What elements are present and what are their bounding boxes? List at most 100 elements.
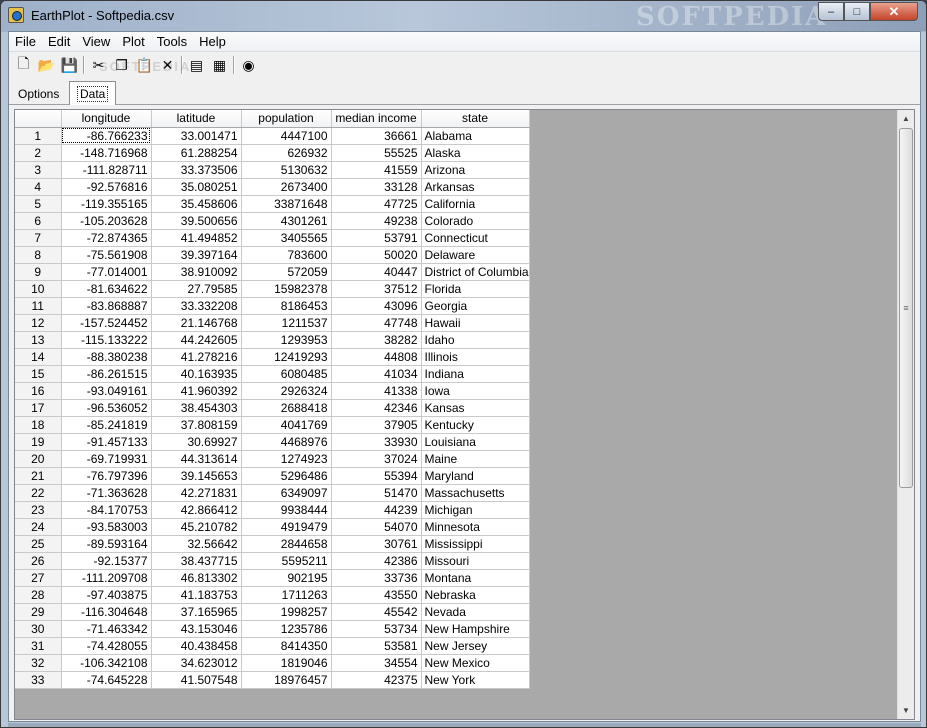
grid-cell[interactable]: Arizona (421, 161, 530, 179)
grid-cell[interactable]: -71.363628 (61, 484, 152, 502)
menu-help[interactable]: Help (193, 32, 232, 52)
tab-options[interactable]: Options (11, 83, 66, 105)
grid-cell[interactable]: Montana (421, 569, 530, 587)
grid-cell[interactable]: 41559 (331, 161, 422, 179)
grid-cell[interactable]: 8186453 (241, 297, 332, 315)
menu-plot[interactable]: Plot (116, 32, 150, 52)
grid-cell[interactable]: 37512 (331, 280, 422, 298)
grid-cell[interactable]: -75.561908 (61, 246, 152, 264)
title-bar[interactable]: EarthPlot - Softpedia.csv SOFTPEDIA – □ … (1, 1, 926, 32)
vertical-scrollbar[interactable]: ▲ ≡ ▼ (897, 110, 914, 719)
row-header[interactable]: 17 (15, 399, 62, 417)
row-header[interactable]: 27 (15, 569, 62, 587)
grid-cell[interactable]: -115.133222 (61, 331, 152, 349)
grid-cell[interactable]: 1293953 (241, 331, 332, 349)
grid-cell[interactable]: -93.583003 (61, 518, 152, 536)
grid-cell[interactable]: 53581 (331, 637, 422, 655)
grid-cell[interactable]: 4468976 (241, 433, 332, 451)
grid-cell[interactable]: Michigan (421, 501, 530, 519)
grid-cell[interactable]: Missouri (421, 552, 530, 570)
grid-cell[interactable]: 33930 (331, 433, 422, 451)
grid-cell[interactable]: Hawaii (421, 314, 530, 332)
grid-cell[interactable]: -116.304648 (61, 603, 152, 621)
grid-cell[interactable]: 37.808159 (151, 416, 242, 434)
grid-cell[interactable]: Delaware (421, 246, 530, 264)
grid-cell[interactable]: -88.380238 (61, 348, 152, 366)
grid-cell[interactable]: Florida (421, 280, 530, 298)
save-icon[interactable]: 💾 (58, 54, 81, 76)
grid-cell[interactable]: 42375 (331, 671, 422, 689)
grid-cell[interactable]: 33736 (331, 569, 422, 587)
grid-cell[interactable]: 51470 (331, 484, 422, 502)
row-header[interactable]: 15 (15, 365, 62, 383)
grid-cell[interactable]: 5595211 (241, 552, 332, 570)
grid-cell[interactable]: 4447100 (241, 127, 332, 145)
row-header[interactable]: 32 (15, 654, 62, 672)
new-file-icon[interactable]: 🗋 (12, 54, 35, 76)
grid-cell[interactable]: New Hampshire (421, 620, 530, 638)
grid-cell[interactable]: 41.183753 (151, 586, 242, 604)
row-header[interactable]: 10 (15, 280, 62, 298)
row-header[interactable]: 11 (15, 297, 62, 315)
menu-edit[interactable]: Edit (42, 32, 76, 52)
grid-cell[interactable]: 47725 (331, 195, 422, 213)
scroll-down-arrow-icon[interactable]: ▼ (898, 702, 914, 719)
grid-cell[interactable]: 34.623012 (151, 654, 242, 672)
grid-cell[interactable]: 61.288254 (151, 144, 242, 162)
grid-cell[interactable]: 572059 (241, 263, 332, 281)
menu-view[interactable]: View (76, 32, 116, 52)
grid-cell[interactable]: California (421, 195, 530, 213)
open-folder-icon[interactable]: 📂 (35, 54, 58, 76)
grid-cell[interactable]: 41.507548 (151, 671, 242, 689)
row-header[interactable]: 6 (15, 212, 62, 230)
scrollbar-thumb[interactable]: ≡ (899, 128, 913, 488)
column-header[interactable]: latitude (151, 110, 242, 128)
menu-file[interactable]: File (9, 32, 42, 52)
grid-cell[interactable]: 18976457 (241, 671, 332, 689)
grid-cell[interactable]: -74.428055 (61, 637, 152, 655)
grid-cell[interactable]: New York (421, 671, 530, 689)
grid-cell[interactable]: 27.79585 (151, 280, 242, 298)
grid-cell[interactable]: -69.719931 (61, 450, 152, 468)
row-header[interactable]: 14 (15, 348, 62, 366)
tab-data[interactable]: Data (69, 81, 117, 105)
row-header[interactable]: 20 (15, 450, 62, 468)
column-header[interactable]: population (241, 110, 332, 128)
grid-cell[interactable]: 34554 (331, 654, 422, 672)
row-header[interactable]: 28 (15, 586, 62, 604)
grid-cell[interactable]: 5296486 (241, 467, 332, 485)
row-header[interactable]: 7 (15, 229, 62, 247)
menu-tools[interactable]: Tools (151, 32, 193, 52)
grid-cell[interactable]: 37024 (331, 450, 422, 468)
grid-cell[interactable]: 2688418 (241, 399, 332, 417)
grid-cell[interactable]: 42346 (331, 399, 422, 417)
grid-cell[interactable]: 47748 (331, 314, 422, 332)
grid-cell[interactable]: Indiana (421, 365, 530, 383)
column-header[interactable]: median income (331, 110, 422, 128)
row-header[interactable]: 29 (15, 603, 62, 621)
row-header[interactable]: 18 (15, 416, 62, 434)
grid-cell[interactable]: 35.080251 (151, 178, 242, 196)
grid-cell[interactable]: 39.500656 (151, 212, 242, 230)
grid-cell[interactable]: -76.797396 (61, 467, 152, 485)
grid-cell[interactable]: 55394 (331, 467, 422, 485)
row-header[interactable]: 9 (15, 263, 62, 281)
row-header[interactable]: 31 (15, 637, 62, 655)
row-header[interactable]: 26 (15, 552, 62, 570)
grid-cell[interactable]: 1711263 (241, 586, 332, 604)
grid-cell[interactable]: 32.56642 (151, 535, 242, 553)
grid-cell[interactable]: Maine (421, 450, 530, 468)
row-header[interactable]: 23 (15, 501, 62, 519)
row-header[interactable]: 21 (15, 467, 62, 485)
grid-cell[interactable]: -97.403875 (61, 586, 152, 604)
data-grid[interactable]: longitude latitude population median income… (14, 109, 915, 720)
grid-cell[interactable]: 783600 (241, 246, 332, 264)
grid-cell[interactable]: 54070 (331, 518, 422, 536)
row-header[interactable]: 13 (15, 331, 62, 349)
grid-cell[interactable]: 39.145653 (151, 467, 242, 485)
row-header[interactable]: 16 (15, 382, 62, 400)
grid-cell[interactable]: Alabama (421, 127, 530, 145)
grid-cell[interactable]: 41034 (331, 365, 422, 383)
grid-cell[interactable]: -92.15377 (61, 552, 152, 570)
grid-cell[interactable]: 6349097 (241, 484, 332, 502)
